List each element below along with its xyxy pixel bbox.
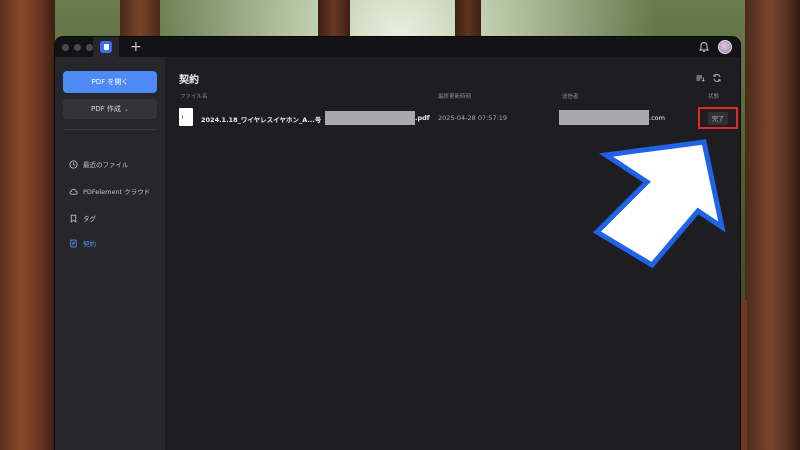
- sidebar-item-label: 最近のファイル: [83, 161, 129, 169]
- column-header-file-name[interactable]: ファイル名: [180, 92, 208, 100]
- last-modified-time: 2025-04-28 07:57:19: [438, 114, 508, 122]
- column-header-last-modified[interactable]: 最終更新時刻: [438, 92, 471, 100]
- zoom-window-button[interactable]: [86, 43, 93, 51]
- tree-trunk: [745, 0, 800, 450]
- tree-trunk: [0, 0, 55, 450]
- status-badge[interactable]: 完了: [707, 111, 728, 125]
- document-icon: [70, 239, 77, 247]
- cloud-icon: [69, 188, 78, 195]
- sidebar-item-contracts[interactable]: 契約: [69, 237, 96, 249]
- create-pdf-button[interactable]: PDF 作成 ⌄: [63, 99, 157, 119]
- column-header-status[interactable]: 状態: [708, 92, 719, 100]
- close-window-button[interactable]: [62, 43, 69, 51]
- sidebar-item-recent-files[interactable]: 最近のファイル: [69, 158, 129, 170]
- sidebar-divider: [63, 129, 157, 130]
- page-title: 契約: [179, 75, 199, 86]
- bell-icon[interactable]: [698, 41, 710, 53]
- title-bar: +: [55, 37, 740, 57]
- status-highlight-box: 完了: [698, 107, 738, 129]
- sidebar-item-label: PDFelement クラウド: [83, 188, 151, 196]
- clock-icon: [69, 159, 78, 169]
- sidebar-item-label: 契約: [83, 240, 96, 248]
- file-extension: .pdf: [415, 114, 430, 122]
- pdfelement-logo-icon: [100, 41, 112, 53]
- sidebar: PDF を開く PDF 作成 ⌄ 最近のファイル PDFelement クラウド…: [55, 57, 165, 450]
- redacted-block: [559, 110, 649, 125]
- open-pdf-button[interactable]: PDF を開く: [63, 71, 157, 93]
- user-avatar[interactable]: [718, 40, 732, 54]
- sort-list-icon[interactable]: [695, 73, 705, 83]
- file-name: 2024.1.18_ワイヤレスイヤホン_A...号: [201, 116, 322, 124]
- pdf-thumbnail: [179, 108, 193, 126]
- open-pdf-label: PDF を開く: [91, 78, 129, 86]
- create-pdf-label: PDF 作成: [91, 105, 121, 113]
- refresh-icon[interactable]: [712, 73, 722, 83]
- chevron-down-icon: ⌄: [123, 105, 129, 113]
- sidebar-item-cloud[interactable]: PDFelement クラウド: [69, 185, 150, 197]
- minimize-window-button[interactable]: [74, 43, 81, 51]
- sidebar-item-tags[interactable]: タグ: [69, 212, 96, 224]
- bookmark-icon: [70, 214, 77, 223]
- home-tab[interactable]: [93, 37, 119, 57]
- app-window: + PDF を開く PDF 作成 ⌄ 最近のファイル PDFelement クラ…: [55, 37, 740, 450]
- window-controls: [62, 43, 93, 51]
- column-header-sender[interactable]: 送信者: [562, 92, 579, 100]
- sidebar-item-label: タグ: [83, 215, 96, 223]
- sender-email-suffix: .com: [649, 114, 665, 122]
- redacted-block: [325, 111, 415, 125]
- table-row[interactable]: 2024.1.18_ワイヤレスイヤホン_A...号 .pdf 2025-04-2…: [165, 105, 740, 131]
- main-content: 契約 ファイル名 最終更新時刻 送信者 状態 2024.1.18_ワイヤレスイヤ…: [165, 57, 740, 450]
- new-tab-plus-icon[interactable]: +: [130, 38, 142, 56]
